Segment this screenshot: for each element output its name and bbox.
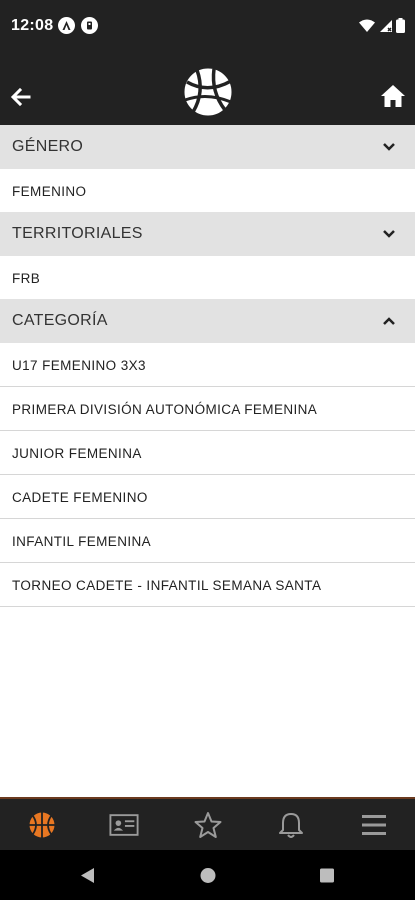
list-item-label: PRIMERA DIVISIÓN AUTONÓMICA FEMENINA (12, 402, 318, 417)
id-card-icon (109, 814, 139, 836)
bell-icon (279, 813, 303, 838)
chevron-up-icon (383, 317, 395, 325)
list-item-label: FRB (12, 271, 41, 286)
nav-basketball[interactable] (27, 811, 57, 839)
chevron-down-icon (383, 143, 395, 151)
list-item-label: CADETE FEMENINO (12, 490, 148, 505)
section-header-territoriales[interactable]: TERRITORIALES (0, 212, 415, 256)
status-time: 12:08 (11, 17, 54, 34)
list-item[interactable]: FRB (0, 256, 415, 299)
list-item[interactable]: PRIMERA DIVISIÓN AUTONÓMICA FEMENINA (0, 387, 415, 431)
signal-icon (380, 19, 392, 32)
home-icon[interactable] (380, 84, 406, 108)
section-header-categoria[interactable]: CATEGORÍA (0, 299, 415, 343)
list-item[interactable]: FEMENINO (0, 169, 415, 212)
section-title: TERRITORIALES (12, 225, 143, 242)
nav-menu[interactable] (359, 811, 389, 839)
notification-icon (58, 17, 75, 34)
system-home-icon[interactable] (200, 867, 216, 884)
app-bar (0, 55, 415, 125)
chevron-down-icon (383, 230, 395, 238)
list-item[interactable]: INFANTIL FEMENINA (0, 519, 415, 563)
app-notification-icon (81, 17, 98, 34)
system-recents-icon[interactable] (319, 867, 335, 884)
list-item[interactable]: JUNIOR FEMENINA (0, 431, 415, 475)
list-item[interactable]: TORNEO CADETE - INFANTIL SEMANA SANTA (0, 563, 415, 607)
nav-favorites[interactable] (193, 811, 223, 839)
menu-icon (362, 815, 386, 835)
list-item-label: FEMENINO (12, 184, 87, 199)
battery-icon (396, 18, 405, 33)
basketball-icon (29, 812, 55, 838)
section-header-genero[interactable]: GÉNERO (0, 125, 415, 169)
wifi-icon (359, 19, 375, 32)
back-arrow-icon[interactable] (9, 85, 33, 109)
list-item-label: JUNIOR FEMENINA (12, 446, 142, 461)
section-title: GÉNERO (12, 138, 84, 155)
star-icon (194, 812, 222, 838)
list-item[interactable]: CADETE FEMENINO (0, 475, 415, 519)
filter-list: GÉNERO FEMENINO TERRITORIALES FRB CATEGO… (0, 125, 415, 607)
nav-notifications[interactable] (276, 811, 306, 839)
system-back-icon[interactable] (79, 867, 95, 884)
basketball-logo-icon[interactable] (181, 64, 235, 118)
nav-id-card[interactable] (109, 811, 139, 839)
status-icons (359, 18, 405, 33)
list-item[interactable]: U17 FEMENINO 3X3 (0, 343, 415, 387)
system-nav-bar (0, 850, 415, 900)
section-title: CATEGORÍA (12, 312, 108, 329)
list-item-label: INFANTIL FEMENINA (12, 534, 152, 549)
list-item-label: U17 FEMENINO 3X3 (12, 358, 146, 373)
status-bar: 12:08 (0, 0, 415, 55)
bottom-nav (0, 797, 415, 850)
list-item-label: TORNEO CADETE - INFANTIL SEMANA SANTA (12, 578, 322, 593)
